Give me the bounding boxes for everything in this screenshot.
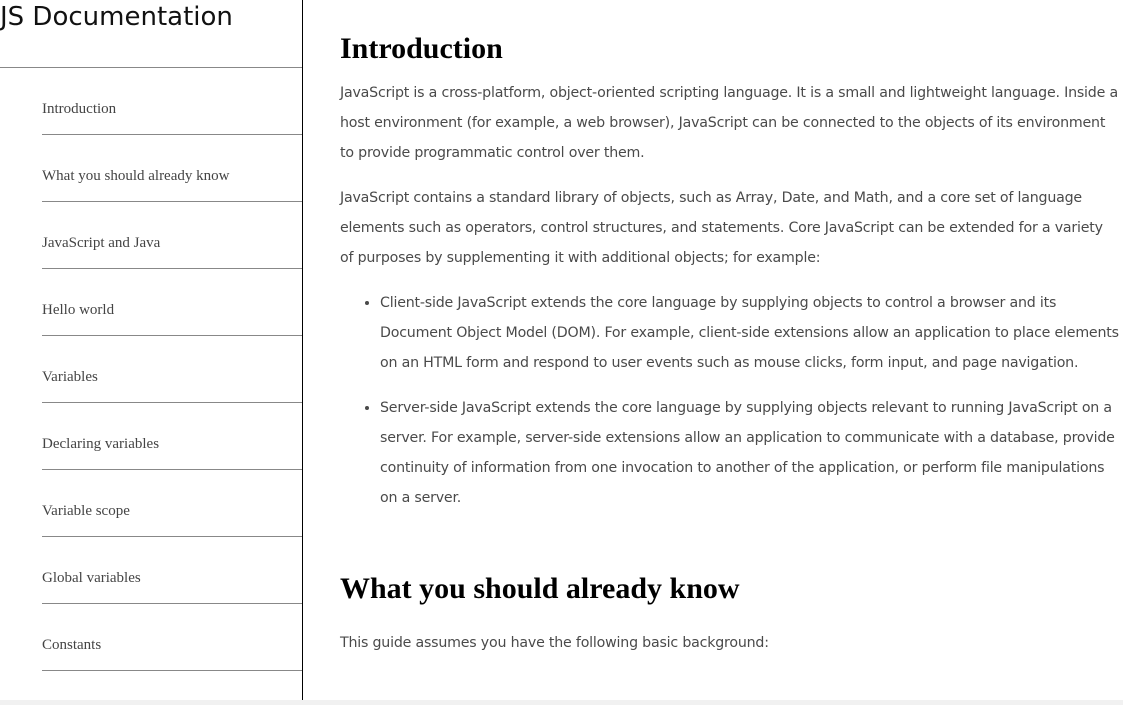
page: JS Documentation Introduction What you s…	[0, 0, 1123, 700]
nav-link-label[interactable]: Global variables	[42, 537, 302, 586]
nav-link-label[interactable]: Constants	[42, 604, 302, 653]
nav-link-global-variables[interactable]: Global variables	[42, 537, 302, 604]
nav-link-label[interactable]: What you should already know	[42, 135, 302, 184]
nav-header: JS Documentation	[0, 0, 302, 68]
nav-link-variables[interactable]: Variables	[42, 336, 302, 403]
bullet-list: Client-side JavaScript extends the core …	[340, 288, 1120, 513]
nav-title: JS Documentation	[0, 2, 233, 32]
nav-link-introduction[interactable]: Introduction	[42, 68, 302, 135]
nav-link-hello-world[interactable]: Hello world	[42, 269, 302, 336]
section-what-you-should-already-know: What you should already know This guide …	[340, 528, 1120, 658]
paragraph: JavaScript contains a standard library o…	[340, 190, 1103, 266]
nav-link-variable-scope[interactable]: Variable scope	[42, 470, 302, 537]
nav-link-declaring-variables[interactable]: Declaring variables	[42, 403, 302, 470]
nav-link-label[interactable]: Declaring variables	[42, 403, 302, 452]
navbar: JS Documentation Introduction What you s…	[0, 0, 303, 700]
nav-link-what-you-should-already-know[interactable]: What you should already know	[42, 135, 302, 202]
paragraph: JavaScript is a cross-platform, object-o…	[340, 85, 1118, 161]
section-heading: What you should already know	[340, 572, 740, 605]
nav-link-constants[interactable]: Constants	[42, 604, 302, 671]
list-item: Client-side JavaScript extends the core …	[380, 288, 1120, 378]
main-doc: Introduction JavaScript is a cross-platf…	[340, 0, 1120, 673]
section-introduction: Introduction JavaScript is a cross-platf…	[340, 0, 1120, 513]
list-item: Server-side JavaScript extends the core …	[380, 393, 1120, 513]
nav-link-label[interactable]: Introduction	[42, 68, 302, 117]
nav-link-label[interactable]: JavaScript and Java	[42, 202, 302, 251]
section-heading: Introduction	[340, 32, 503, 65]
nav-link-label[interactable]: Hello world	[42, 269, 302, 318]
paragraph: This guide assumes you have the followin…	[340, 635, 769, 651]
nav-link-label[interactable]: Variable scope	[42, 470, 302, 519]
nav-link-label[interactable]: Variables	[42, 336, 302, 385]
nav-list: Introduction What you should already kno…	[0, 68, 302, 671]
nav-link-javascript-and-java[interactable]: JavaScript and Java	[42, 202, 302, 269]
